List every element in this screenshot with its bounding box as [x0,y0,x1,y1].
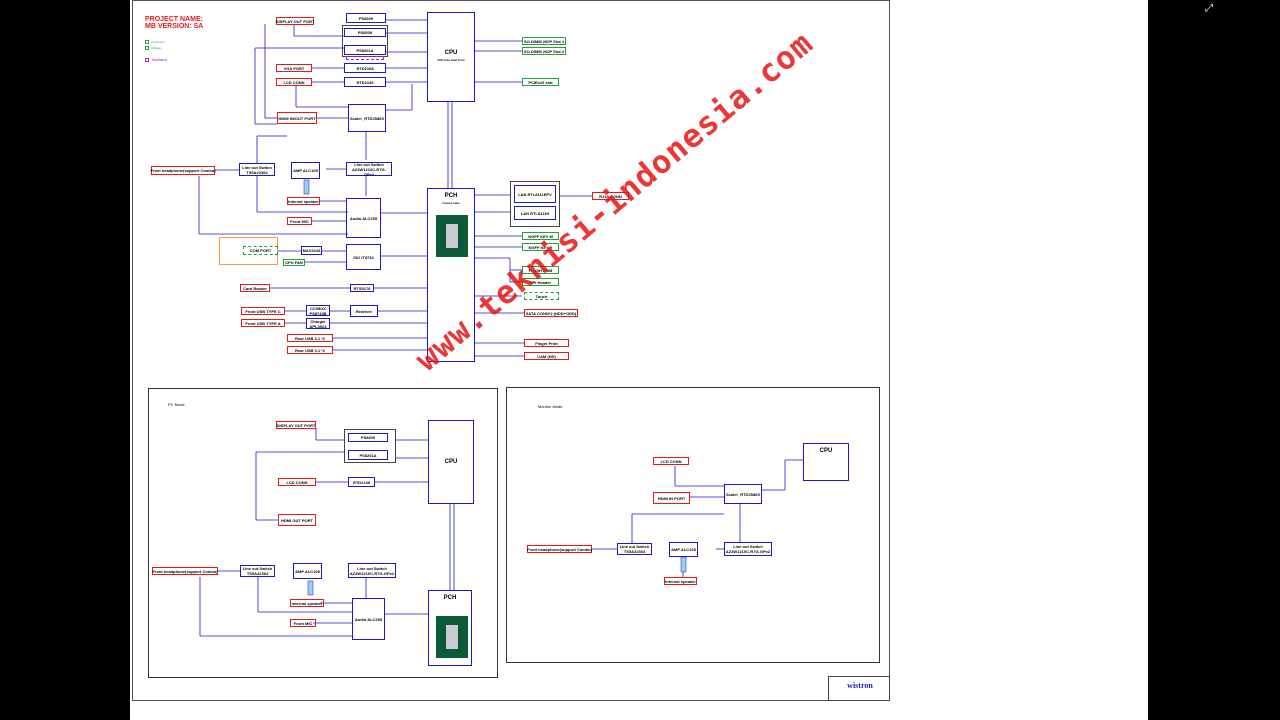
display-out-port: DISPLAY OUT PORT [275,17,315,25]
finger-print: Finger Print [524,339,569,347]
pc-amp-alc105: AMP ALC105 [293,563,322,579]
scaler-block: Scaler_RTD2586S [348,104,386,132]
pch-desc: Comet Lake [442,201,460,205]
rts5176: RTS5176 [350,284,374,292]
pc-display-out-port: DISPLAY OUT PORT [276,421,316,429]
legend-connector-label: Connector [151,40,165,44]
so-dimm-slot-2: SO-DIMM 260P Slot 2 [522,47,566,55]
front-usb-type-c: Front USB TYPE C [241,307,285,315]
redriver: Redriver [350,305,378,317]
charger: Charger APL3524 [306,318,330,329]
pc-ps8201a: PS8201A [348,450,388,460]
pc-lineout-switch-ts5a: Line out Switch TS5A22364 [240,565,275,577]
legend-connector-swatch [145,40,149,44]
amp-alc105: AMP ALC105 [291,162,320,179]
cpu-block: CPU 14th Gen Intel Core [427,12,475,102]
hdmi-inout-port: HDMI IN/OUT PORT [277,112,317,124]
pc-front-mic: Front MIC [290,619,316,627]
mon-hdmi-in-port: HDMI IN PORT [653,492,690,504]
lcd-conn: LCD CONN [276,78,312,86]
legend-chipset-swatch [145,46,149,50]
pc-pch-chip-image [436,616,468,658]
pc-mode-label: PC Mode [168,402,185,407]
rear-usb-2: Rear USB 3.1 *2 [287,346,333,354]
lan-rtl8111epv: LAN RTL8111EPV [514,185,556,203]
mon-internal-speaker: Internal speaker [664,577,697,585]
mb-version-label: MB VERSION: SA [145,23,204,30]
lineout-switch-ts5a: Line out Switch TS5A22364 [239,163,275,176]
cpu-fan: CPU FAN [283,259,305,266]
rtd2168-block: RTD2168 [344,63,386,73]
pc-front-headphone: Front headphone(support Combo) [152,567,218,575]
pch-chip-image [436,215,468,257]
teststamp-area [346,56,384,60]
pc-internal-speaker: Internal speaker [290,599,324,607]
project-name-label: PROJECT NAME: [145,16,203,23]
mon-scaler: Scaler_RTD2586S [724,484,762,504]
front-headphone: Front headphone(support Combo) [150,166,216,175]
cpu-title: CPU [444,50,458,56]
mon-front-headphone: Front headphone(support Combo) [526,545,593,553]
front-usb-type-a: Front USB TYPE A [241,319,285,327]
mon-lcd-conn: LCD CONN [653,457,689,465]
mon-cpu-block: CPU [803,443,849,481]
pcie-x16-slot: PCIEx16 slot [522,78,559,86]
pc-lcd-conn: LCD CONN [278,478,316,486]
legend-chipset-label: Chipset [151,46,162,50]
mon-lineout-switch-ts5a: Line out Switch TS5A22364 [617,543,652,555]
monitor-mode-label: Monitor Mode [538,404,563,409]
monitor-mode-region [506,387,880,663]
max3243: MAX3243 [301,246,322,255]
card-reader: Card Reader [240,284,270,292]
internal-speaker: Internal speaker [287,197,320,205]
rtd2136-block: RTD2136 [344,77,386,87]
cam-hd: CAM (HD) [524,352,569,360]
front-mic: Front MIC [287,217,312,225]
ps8309-top: PS8309 [346,13,386,23]
pc-audio-alc255: Audio ALC255 [352,598,385,640]
lan-rtl8111h: LAN RTL8111H [514,206,556,220]
pch-title: PCH [444,193,458,199]
so-dimm-slot-1: SO-DIMM 260P Slot 1 [522,37,566,45]
lineout-switch-az4w: Line out Switch AZ4W1210C-R7G-GPx2 [346,162,392,177]
vga-port: VGA PORT [276,64,312,72]
ps8201a-block: PS8201A [344,45,386,55]
sio-it8732: SIO IT8732 [346,244,381,270]
mon-amp-alc105: AMP ALC105 [669,542,698,557]
legend-teststamp-label: TestStamp [151,58,168,62]
cc-mux: CC/MUX PS8743B [306,305,330,316]
pc-hdmi-out-port: HDMI OUT PORT [278,514,316,526]
project-title: PROJECT NAME: MB VERSION: SA [145,16,203,30]
audio-alc255: Audio ALC255 [346,198,381,238]
pc-lineout-switch-az4w: Line out Switch AZ4W1210C-R7G-GPx2 [348,563,396,578]
cpu-desc: 14th Gen Intel Core [437,58,465,62]
wistron-logo: wistron [847,680,873,690]
pc-rtd2136: RTD2136 [348,477,375,487]
sata-conn: SATA CONN*2 (HDD+ODD) [524,309,578,317]
pc-ps8309: PS8309 [348,433,388,442]
rear-usb-1: Rear USB 3.1 *2 [287,334,333,342]
pc-cpu-block: CPU [428,420,474,504]
mon-lineout-switch-az4w: Line out Switch AZ4W1210C-R7G-GPx2 [724,542,772,556]
com-port: COM PORT [243,246,278,255]
legend-teststamp-swatch [145,58,149,62]
